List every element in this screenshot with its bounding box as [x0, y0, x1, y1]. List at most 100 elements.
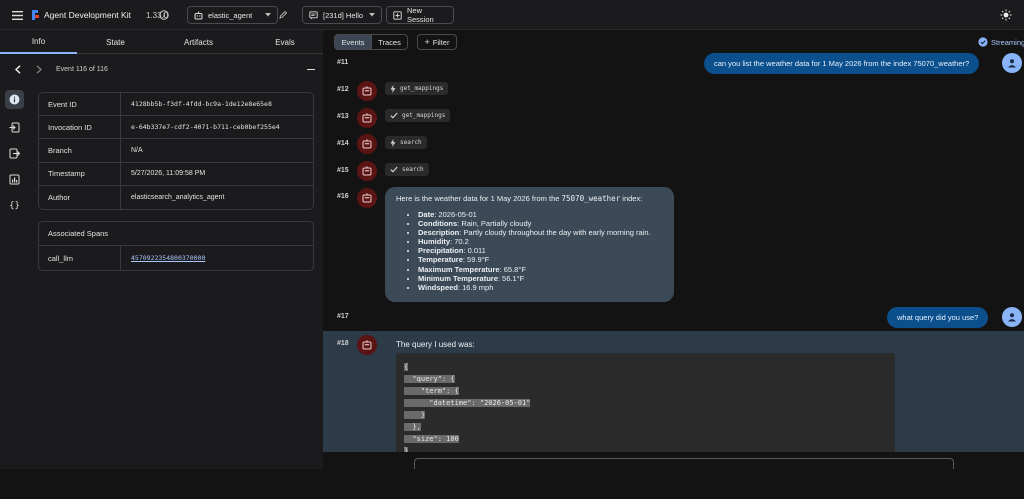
new-session-button[interactable]: New Session: [386, 6, 454, 24]
event-number: #17: [337, 313, 349, 320]
collapse-icon[interactable]: [307, 69, 315, 71]
agent-avatar: [357, 335, 377, 355]
side-panel: Info State Artifacts Evals Event 116 of …: [0, 30, 323, 469]
table-row: Event ID 4128bb5b-f3df-4fdd-bc9a-1de12e8e…: [39, 93, 313, 117]
plus-icon: +: [424, 37, 430, 47]
event-counter: Event 116 of 116: [56, 66, 108, 73]
agent-select-wrap: elastic_agent: [187, 6, 295, 24]
theme-toggle-icon[interactable]: [1000, 0, 1012, 30]
agent-avatar: [357, 188, 377, 208]
list-item: Minimum Temperature: 56.1°F: [418, 274, 663, 283]
event-number: #13: [337, 113, 349, 120]
function-response-chip[interactable]: get_mappings: [385, 109, 451, 122]
code-line: "datetime": "2026-05-01": [404, 399, 531, 407]
row-value: e-64b337e7-cdf2-4071-b711-ceb0bef255e4: [131, 123, 280, 132]
agent-message-text: The query I used was:: [396, 340, 475, 349]
events-toggle[interactable]: Events: [335, 35, 371, 49]
info-rail-icon[interactable]: [5, 90, 24, 109]
function-call-chip[interactable]: search: [385, 136, 427, 149]
code-line: }: [404, 411, 426, 419]
tab-evals[interactable]: Evals: [247, 30, 323, 54]
next-event-button[interactable]: [35, 65, 43, 74]
check-icon: [390, 166, 398, 173]
agent-message[interactable]: Here is the weather data for 1 May 2026 …: [385, 187, 674, 302]
filter-label: Filter: [432, 37, 450, 47]
tab-info[interactable]: Info: [0, 30, 77, 54]
chip-label: search: [402, 166, 424, 173]
streaming-toggle[interactable]: Streaming: [978, 37, 1024, 47]
info-icon[interactable]: [159, 0, 169, 30]
list-item: Precipitation: 0.011: [418, 246, 663, 255]
side-tabs: Info State Artifacts Evals: [0, 30, 323, 54]
chip-label: search: [400, 139, 422, 146]
list-item: Conditions: Rain, Partially cloudy: [418, 219, 663, 228]
tab-artifacts[interactable]: Artifacts: [160, 30, 237, 54]
edit-icon[interactable]: [279, 10, 288, 19]
function-response-chip[interactable]: search: [385, 163, 429, 176]
spans-header-label: Associated Spans: [48, 229, 109, 238]
output-rail-icon[interactable]: [5, 144, 24, 163]
dropdown-arrow-icon: [265, 13, 271, 17]
row-key: Author: [39, 185, 121, 209]
tab-state[interactable]: State: [77, 30, 154, 54]
row-key: Event ID: [39, 93, 121, 116]
span-name: call_llm: [39, 246, 121, 270]
event-details-table: Event ID 4128bb5b-f3df-4fdd-bc9a-1de12e8e…: [38, 92, 314, 210]
app-title: Agent Development Kit: [44, 10, 131, 20]
row-value: N/A: [131, 146, 143, 154]
intro-text: Here is the weather data for 1 May 2026 …: [396, 194, 562, 203]
spans-table: Associated Spans call_llm 457092235480037…: [38, 221, 314, 271]
list-item: Description: Partly cloudy throughout th…: [418, 228, 663, 237]
code-line: {: [404, 363, 409, 371]
chip-label: get_mappings: [402, 112, 446, 119]
table-row: Invocation ID e-64b337e7-cdf2-4071-b711-c…: [39, 116, 313, 140]
menu-icon[interactable]: [12, 0, 23, 30]
row-key: Branch: [39, 139, 121, 162]
code-line: "query": {: [404, 375, 455, 383]
event-number: #16: [337, 193, 349, 200]
user-message[interactable]: can you list the weather data for 1 May …: [704, 53, 980, 74]
braces-rail-icon[interactable]: {}: [5, 196, 24, 215]
row-value: 4128bb5b-f3df-4fdd-bc9a-1de12e8e65e8: [131, 100, 272, 109]
session-select[interactable]: [231d] Hello: [302, 6, 382, 24]
user-message[interactable]: what query did you use?: [887, 307, 989, 328]
event-number: #12: [337, 86, 349, 93]
top-bar: Agent Development Kit 1.33.0 elastic_age…: [0, 0, 1024, 30]
agent-select-value: elastic_agent: [208, 10, 253, 20]
traces-toggle[interactable]: Traces: [371, 35, 407, 49]
intro-text-end: index:: [620, 194, 643, 203]
user-avatar: [1002, 53, 1022, 73]
row-key: Invocation ID: [39, 116, 121, 139]
input-rail-icon[interactable]: [5, 118, 24, 137]
agent-select[interactable]: elastic_agent: [187, 6, 278, 24]
code-line: "size": 100: [404, 435, 459, 443]
chat-icon: [309, 10, 318, 20]
filter-button[interactable]: + Filter: [417, 34, 457, 50]
chip-label: get_mappings: [400, 85, 444, 92]
bolt-icon: [390, 84, 396, 93]
event-number: #15: [337, 167, 349, 174]
span-id-link[interactable]: 4570922354800370000: [121, 254, 205, 262]
message-input[interactable]: [414, 458, 954, 469]
add-box-icon: [393, 10, 402, 20]
prev-event-button[interactable]: [14, 65, 22, 74]
function-call-chip[interactable]: get_mappings: [385, 82, 449, 95]
event-number: #18: [337, 340, 349, 347]
new-session-label: New Session: [407, 6, 434, 24]
event-number: #14: [337, 140, 349, 147]
agent-avatar: [357, 161, 377, 181]
chart-rail-icon[interactable]: [5, 170, 24, 189]
table-row: Branch N/A: [39, 139, 313, 163]
icon-rail: {}: [0, 85, 28, 499]
streaming-label: Streaming: [991, 37, 1024, 47]
list-item: Windspeed: 16.9 mph: [418, 283, 663, 292]
code-line: "term": {: [404, 387, 459, 395]
row-value: 5/27/2026, 11:09:58 PM: [131, 170, 206, 178]
list-item: Humidity: 70.2: [418, 237, 663, 246]
check-icon: [390, 112, 398, 119]
events-panel: Events Traces + Filter Streaming #11 can…: [323, 30, 1024, 469]
adk-logo-icon: [30, 0, 40, 30]
bolt-icon: [390, 138, 396, 147]
table-row: call_llm 4570922354800370000: [39, 246, 313, 270]
index-code: 75070_weather: [561, 194, 621, 203]
